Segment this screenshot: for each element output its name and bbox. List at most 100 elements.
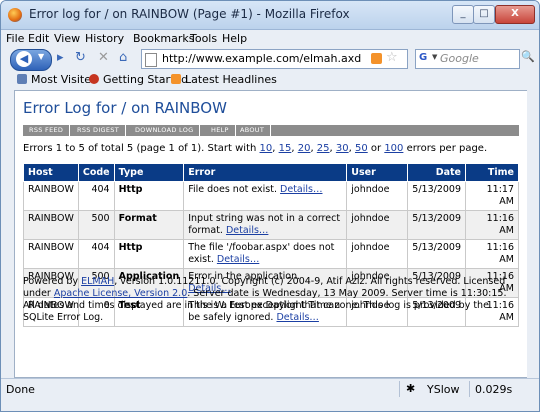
- firefox-icon: [8, 8, 22, 22]
- cell-host: RAINBOW: [23, 239, 79, 269]
- cell-host: RAINBOW: [23, 181, 79, 211]
- cell-date: 5/13/2009: [407, 181, 466, 211]
- back-arrow-icon: ◀: [16, 51, 32, 67]
- menu-history[interactable]: History: [85, 32, 124, 45]
- menu-bar: File Edit View History Bookmarks Tools H…: [1, 30, 539, 48]
- back-button[interactable]: ◀ ▼: [10, 49, 52, 71]
- menu-view[interactable]: View: [54, 32, 80, 45]
- footer-powered-by: Powered by: [23, 276, 79, 287]
- rss-icon[interactable]: [371, 53, 382, 64]
- cell-code: 404: [77, 181, 115, 211]
- column-header-host: Host: [23, 163, 79, 182]
- cell-code: 404: [77, 239, 115, 269]
- cell-time: 11:16 AM: [465, 239, 519, 269]
- page-size-link[interactable]: 30: [336, 143, 349, 154]
- column-header-type: Type: [113, 163, 185, 182]
- bookmark-icon: [17, 74, 27, 84]
- home-icon[interactable]: ⌂: [119, 50, 127, 65]
- minimize-button[interactable]: _: [452, 5, 474, 24]
- page-content: Error Log for / on RAINBOW RSS FEED RSS …: [14, 90, 528, 378]
- rss-digest-link[interactable]: RSS DIGEST: [71, 125, 126, 136]
- column-header-error: Error: [183, 163, 348, 182]
- details-link[interactable]: Details…: [280, 184, 322, 195]
- google-icon[interactable]: G: [419, 52, 431, 64]
- details-link[interactable]: Details…: [217, 254, 259, 265]
- maximize-button[interactable]: □: [473, 5, 495, 24]
- search-engine-dropdown-icon[interactable]: ▼: [432, 53, 437, 61]
- cell-user: johndoe: [346, 181, 409, 211]
- cell-user: johndoe: [346, 239, 409, 269]
- error-message: The file '/foobar.aspx' does not exist.: [188, 242, 335, 265]
- status-divider: [399, 381, 400, 397]
- title-bar: Error log for / on RAINBOW (Page #1) - M…: [1, 1, 539, 30]
- page-size-link[interactable]: 10: [260, 143, 273, 154]
- help-link[interactable]: HELP: [205, 125, 236, 136]
- page-size-link[interactable]: 25: [317, 143, 330, 154]
- search-placeholder[interactable]: Google: [440, 52, 479, 65]
- menu-bookmarks[interactable]: Bookmarks: [133, 32, 194, 45]
- table-row: RAINBOW 500 Format Input string was not …: [23, 210, 519, 240]
- menu-file[interactable]: File: [6, 32, 24, 45]
- column-header-user: User: [346, 163, 409, 182]
- about-link[interactable]: ABOUT: [234, 125, 272, 136]
- bookmarks-toolbar: Most Visited Getting Started Latest Head…: [1, 71, 539, 89]
- forward-icon[interactable]: ▸: [57, 50, 64, 65]
- rss-feed-link[interactable]: RSS FEED: [23, 125, 71, 136]
- summary-suffix: errors per page.: [406, 143, 488, 154]
- page-size-link[interactable]: 100: [384, 143, 403, 154]
- error-message: File does not exist.: [188, 184, 278, 195]
- search-box[interactable]: G ▼ Google: [415, 49, 520, 69]
- bookmark-label: Most Visited: [31, 73, 98, 86]
- firefox-icon: [89, 74, 99, 84]
- menu-help[interactable]: Help: [222, 32, 247, 45]
- cell-type: Http: [113, 239, 185, 269]
- details-link[interactable]: Details…: [226, 225, 268, 236]
- cell-type: Http: [113, 181, 185, 211]
- table-row: RAINBOW 404 Http File does not exist. De…: [23, 181, 519, 211]
- close-button[interactable]: X: [495, 5, 535, 24]
- cell-error: Input string was not in a correct format…: [183, 210, 348, 240]
- reload-icon[interactable]: ↻: [75, 50, 86, 65]
- cell-user: johndoe: [346, 210, 409, 240]
- rss-icon: [171, 74, 181, 84]
- bookmark-star-icon[interactable]: ☆: [386, 50, 398, 65]
- cell-time: 11:17 AM: [465, 181, 519, 211]
- browser-window: Error log for / on RAINBOW (Page #1) - M…: [0, 0, 540, 412]
- tools-icon[interactable]: ✱: [406, 382, 415, 395]
- page-icon: [145, 53, 157, 67]
- vertical-scrollbar[interactable]: [527, 90, 538, 378]
- yslow-label[interactable]: YSlow: [427, 383, 459, 396]
- elmah-link[interactable]: ELMAH: [81, 276, 114, 287]
- stop-icon[interactable]: ✕: [98, 50, 109, 65]
- cell-date: 5/13/2009: [407, 239, 466, 269]
- history-dropdown-icon[interactable]: ▼: [38, 52, 44, 61]
- page-size-link[interactable]: 15: [279, 143, 292, 154]
- load-time: 0.029s: [475, 383, 513, 396]
- page-size-link[interactable]: 20: [298, 143, 311, 154]
- address-bar[interactable]: http://www.example.com/elmah.axd ☆: [141, 49, 408, 69]
- license-link[interactable]: Apache License, Version 2.0: [54, 288, 187, 299]
- cell-type: Format: [113, 210, 185, 240]
- status-text: Done: [6, 383, 35, 396]
- column-header-code: Code: [77, 163, 115, 182]
- bookmark-latest-headlines[interactable]: Latest Headlines: [171, 73, 277, 86]
- table-row: RAINBOW 404 Http The file '/foobar.aspx'…: [23, 239, 519, 269]
- page-size-link[interactable]: 50: [355, 143, 368, 154]
- bookmark-most-visited[interactable]: Most Visited: [17, 73, 98, 86]
- url-text[interactable]: http://www.example.com/elmah.axd: [162, 52, 361, 65]
- download-log-link[interactable]: DOWNLOAD LOG: [129, 125, 201, 136]
- status-divider: [469, 381, 470, 397]
- navigation-toolbar: ◀ ▼ ▸ ↻ ✕ ⌂ http://www.example.com/elmah…: [1, 48, 539, 71]
- cell-code: 500: [77, 210, 115, 240]
- summary-prefix: Errors 1 to 5 of total 5 (page 1 of 1). …: [23, 143, 257, 154]
- speed-bar: RSS FEED RSS DIGEST DOWNLOAD LOG HELP AB…: [23, 125, 519, 136]
- page-summary: Errors 1 to 5 of total 5 (page 1 of 1). …: [23, 143, 488, 154]
- menu-tools[interactable]: Tools: [190, 32, 217, 45]
- cell-time: 11:16 AM: [465, 210, 519, 240]
- bookmark-label: Latest Headlines: [185, 73, 277, 86]
- window-title: Error log for / on RAINBOW (Page #1) - M…: [29, 7, 350, 21]
- search-icon[interactable]: 🔍: [521, 50, 535, 66]
- menu-edit[interactable]: Edit: [28, 32, 49, 45]
- column-header-time: Time: [465, 163, 519, 182]
- cell-host: RAINBOW: [23, 210, 79, 240]
